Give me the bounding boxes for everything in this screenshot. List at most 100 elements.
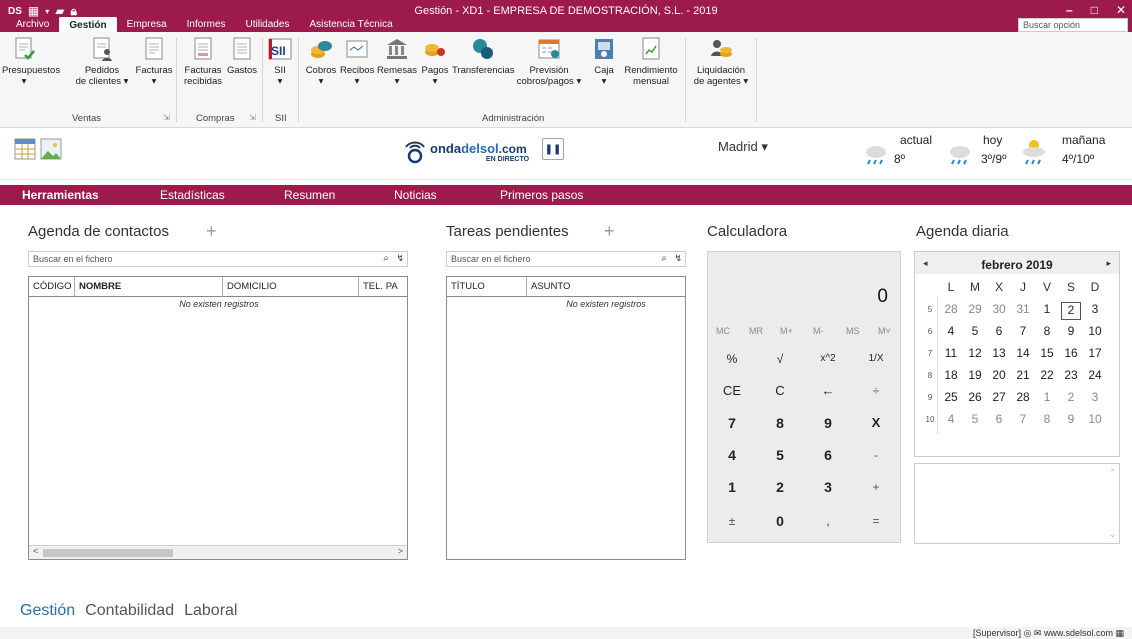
calendar-day[interactable]: 21 [1013, 368, 1033, 382]
city-selector[interactable]: Madrid ▾ [718, 139, 768, 155]
nav-resumen[interactable]: Resumen [284, 185, 335, 205]
scroll-left-icon[interactable]: < [33, 546, 38, 556]
calc-7-button[interactable]: 7 [708, 408, 756, 438]
calc-4-button[interactable]: 4 [708, 440, 756, 470]
calendar-day[interactable]: 18 [941, 368, 961, 382]
col-nombre[interactable]: NOMBRE [75, 277, 223, 297]
calendar-day[interactable]: 3 [1085, 302, 1105, 316]
calendar-day[interactable]: 7 [1013, 324, 1033, 338]
rendimiento-mensual-button[interactable]: Rendimiento mensual [620, 36, 682, 87]
col-domicilio[interactable]: DOMICILIO [223, 277, 359, 297]
calendar-day[interactable]: 6 [989, 412, 1009, 426]
support-icon[interactable]: ◎ [1024, 628, 1032, 638]
calc-plus-button[interactable]: + [852, 472, 900, 502]
col-titulo[interactable]: TÍTULO [447, 277, 527, 297]
add-contact-button[interactable]: + [206, 222, 217, 240]
calendar-day[interactable]: 16 [1061, 346, 1081, 360]
minimize-button[interactable]: – [1066, 3, 1073, 17]
search-icon[interactable]: ⌕ [661, 253, 667, 264]
scroll-right-icon[interactable]: > [398, 546, 403, 556]
calc-2-button[interactable]: 2 [756, 472, 804, 502]
group-compras-launcher-icon[interactable]: ⇲ [249, 113, 256, 122]
close-button[interactable]: ✕ [1116, 3, 1126, 17]
nav-primeros-pasos[interactable]: Primeros pasos [500, 185, 583, 205]
calendar-day[interactable]: 25 [941, 390, 961, 404]
calendar-day[interactable]: 17 [1085, 346, 1105, 360]
calc-c-button[interactable]: C [756, 376, 804, 406]
calendar-next-icon[interactable]: ▸ [1106, 258, 1111, 269]
pedidos-clientes-button[interactable]: Pedidos de clientes ▾ [74, 36, 130, 87]
calc-mc-button[interactable]: MC [716, 326, 730, 336]
calendar-day[interactable]: 3 [1085, 390, 1105, 404]
tasks-search-input[interactable]: Buscar en el fichero ⌕ ↯ [446, 251, 686, 267]
calc-mplus-button[interactable]: M+ [780, 326, 793, 336]
calendar-day[interactable]: 26 [965, 390, 985, 404]
calendar-day[interactable]: 19 [965, 368, 985, 382]
remesas-button[interactable]: Remesas ▾ [376, 36, 418, 87]
group-ventas-launcher-icon[interactable]: ⇲ [163, 113, 170, 122]
transferencias-button[interactable]: Transferencias [452, 36, 514, 76]
gastos-button[interactable]: Gastos [226, 36, 258, 76]
calc-5-button[interactable]: 5 [756, 440, 804, 470]
maximize-button[interactable]: □ [1091, 3, 1098, 17]
presupuestos-button[interactable]: Presupuestos ▾ [2, 36, 60, 87]
calc-multiply-button[interactable]: X [852, 408, 900, 438]
tab-archivo[interactable]: Archivo [6, 18, 59, 32]
calc-6-button[interactable]: 6 [804, 440, 852, 470]
facturas-button[interactable]: Facturas ▾ [134, 36, 174, 87]
col-telefono[interactable]: TEL. PA [359, 277, 407, 297]
prevision-cobros-pagos-button[interactable]: Previsión cobros/pagos ▾ [514, 36, 584, 87]
calendar-day[interactable]: 2 [1061, 390, 1081, 404]
search-option-input[interactable]: Buscar opción [1018, 18, 1128, 32]
calendar-day[interactable]: 6 [989, 324, 1009, 338]
calc-ce-button[interactable]: CE [708, 376, 756, 406]
calc-minus-button[interactable]: - [852, 440, 900, 470]
calc-9-button[interactable]: 9 [804, 408, 852, 438]
tab-empresa[interactable]: Empresa [117, 18, 177, 32]
cobros-button[interactable]: Cobros ▾ [304, 36, 338, 87]
calendar-day[interactable]: 24 [1085, 368, 1105, 382]
filter-icon[interactable]: ↯ [674, 253, 682, 264]
radio-brand[interactable]: ondadelsol.com [430, 141, 527, 156]
image-view-icon[interactable] [40, 138, 62, 160]
horizontal-scrollbar[interactable]: < > [29, 545, 407, 559]
calendar-day[interactable]: 15 [1037, 346, 1057, 360]
calendar-day[interactable]: 10 [1085, 412, 1105, 426]
calendar-day[interactable]: 29 [965, 302, 985, 316]
col-asunto[interactable]: ASUNTO [527, 277, 685, 297]
calendar-day[interactable]: 27 [989, 390, 1009, 404]
recibos-button[interactable]: Recibos ▾ [340, 36, 374, 87]
scroll-down-icon[interactable]: ⌄ [1109, 530, 1116, 539]
facturas-recibidas-button[interactable]: Facturas recibidas [181, 36, 225, 87]
calendar-day[interactable]: 1 [1037, 302, 1057, 316]
calendar-day[interactable]: 4 [941, 412, 961, 426]
calendar-month[interactable]: febrero 2019 [915, 258, 1119, 272]
calc-backspace-button[interactable]: ← [804, 376, 852, 406]
calc-reciprocal-button[interactable]: 1/X [852, 344, 900, 374]
website-link[interactable]: www.sdelsol.com [1044, 628, 1113, 638]
calendar-day[interactable]: 10 [1085, 324, 1105, 338]
calendar-day[interactable]: 13 [989, 346, 1009, 360]
calendar-day[interactable]: 28 [1013, 390, 1033, 404]
calendar-day[interactable]: 9 [1061, 412, 1081, 426]
nav-estadisticas[interactable]: Estadísticas [160, 185, 225, 205]
calendar-day[interactable]: 5 [965, 324, 985, 338]
calc-mlist-button[interactable]: M˅ [878, 326, 891, 336]
nav-noticias[interactable]: Noticias [394, 185, 437, 205]
calendar-day[interactable]: 20 [989, 368, 1009, 382]
calc-sqrt-button[interactable]: √ [756, 344, 804, 374]
calc-1-button[interactable]: 1 [708, 472, 756, 502]
calendar-day[interactable]: 31 [1013, 302, 1033, 316]
calc-8-button[interactable]: 8 [756, 408, 804, 438]
calendar-day[interactable]: 9 [1061, 324, 1081, 338]
calendar-day[interactable]: 8 [1037, 412, 1057, 426]
calendar-day[interactable]: 12 [965, 346, 985, 360]
calendar-day[interactable]: 8 [1037, 324, 1057, 338]
col-codigo[interactable]: CÓDIGO [29, 277, 75, 297]
calc-ms-button[interactable]: MS [846, 326, 860, 336]
contacts-search-input[interactable]: Buscar en el fichero ⌕ ↯ [28, 251, 408, 267]
tab-informes[interactable]: Informes [177, 18, 236, 32]
calc-divide-button[interactable]: ÷ [852, 376, 900, 406]
mail-icon[interactable]: ✉ [1034, 628, 1042, 638]
calendar-day[interactable]: 22 [1037, 368, 1057, 382]
